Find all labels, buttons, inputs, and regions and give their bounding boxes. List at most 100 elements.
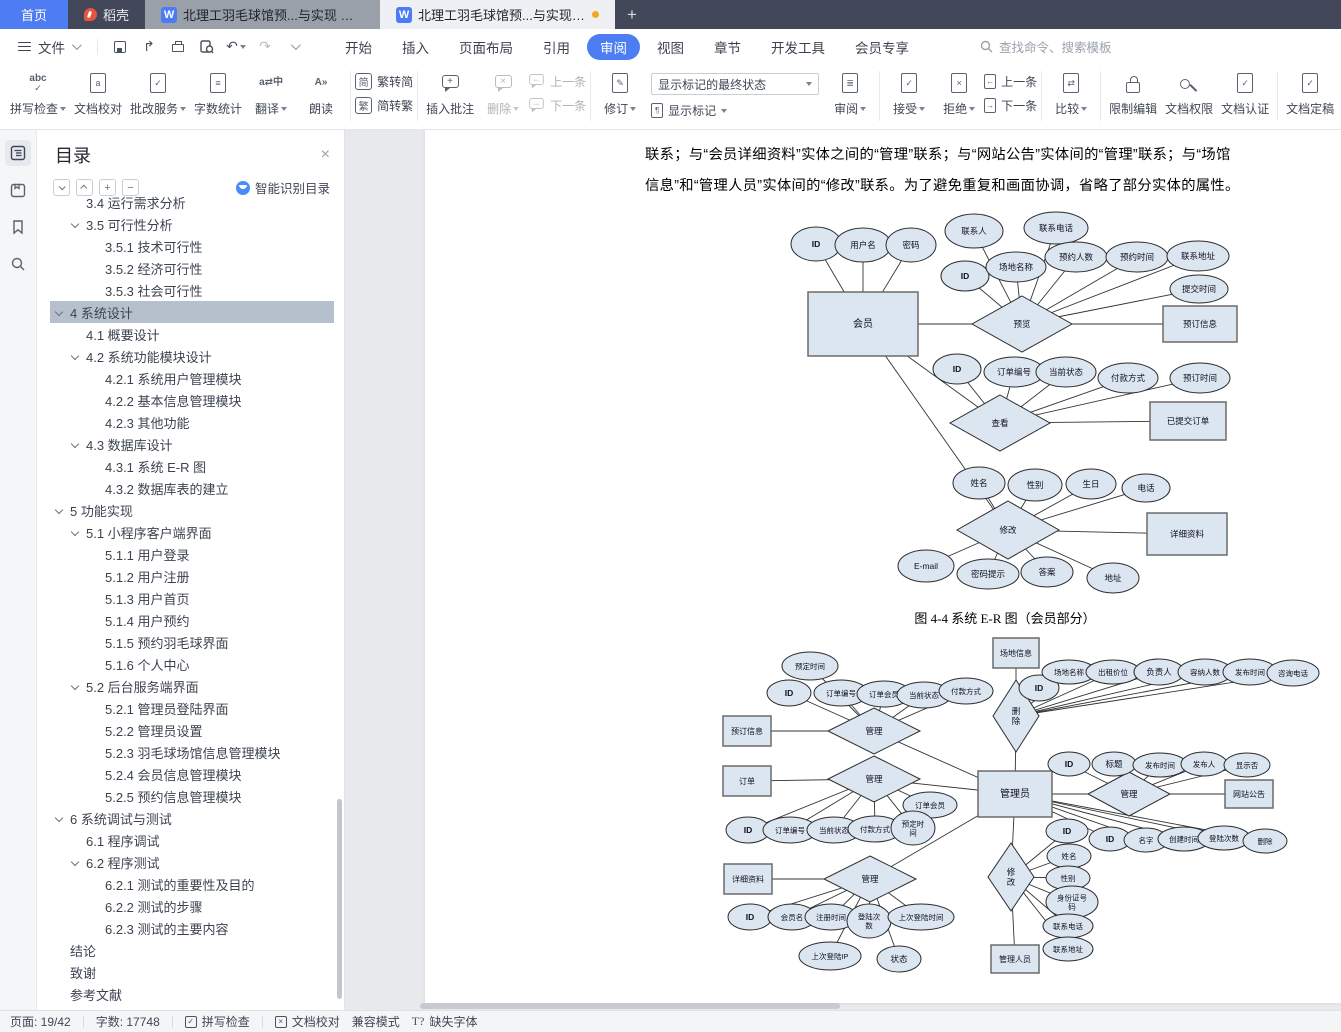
toc-item[interactable]: 4.3.2 数据库表的建立 — [50, 477, 334, 499]
doc-permission-button[interactable]: 文档权限 — [1161, 64, 1217, 117]
save-button[interactable] — [112, 39, 128, 55]
output-button[interactable]: ↱ — [141, 38, 157, 55]
new-tab-button[interactable]: + — [615, 0, 649, 29]
toc-item[interactable]: 5.1.4 用户预约 — [50, 609, 334, 631]
toc-item[interactable]: 5.2.2 管理员设置 — [50, 719, 334, 741]
toc-item[interactable]: 6.2 程序测试 — [50, 851, 334, 873]
translate-button[interactable]: a⇄中 翻译 — [246, 64, 296, 117]
toc-item[interactable]: 3.5.2 经济可行性 — [50, 257, 334, 279]
toc-item[interactable]: 5 功能实现 — [50, 499, 334, 521]
command-search[interactable]: 查找命令、搜索模板 — [980, 37, 1112, 56]
tab-document-proposal[interactable]: W 北理工羽毛球馆预...与实现 开题报告 — [145, 0, 381, 29]
toc-item[interactable]: 5.2.3 羽毛球场馆信息管理模块 — [50, 741, 334, 763]
toc-item[interactable]: 5.2.4 会员信息管理模块 — [50, 763, 334, 785]
toc-item[interactable]: 3.5 可行性分析 — [50, 213, 334, 235]
doc-proof-status[interactable]: × 文档校对 — [274, 1013, 340, 1030]
undo-button[interactable]: ↶ — [226, 38, 246, 55]
toc-item[interactable]: 4.3 数据库设计 — [50, 433, 334, 455]
chevron-down-icon[interactable] — [56, 507, 70, 513]
insert-comment-button[interactable]: + 插入批注 — [422, 64, 478, 117]
chevron-down-icon[interactable] — [72, 441, 86, 447]
document-page[interactable]: 联系；与“会员详细资料”实体之间的“管理”联系；与“网站公告”实体间的“管理”联… — [425, 130, 1341, 1003]
chevron-down-icon[interactable] — [72, 859, 86, 865]
word-count-button[interactable]: ≡ 字数统计 — [190, 64, 246, 117]
menu-tab-references[interactable]: 引用 — [530, 34, 583, 60]
tab-docer[interactable]: 稻壳 — [68, 0, 145, 29]
menu-tab-insert[interactable]: 插入 — [389, 34, 442, 60]
markup-state-dropdown[interactable]: 显示标记的最终状态 — [651, 73, 820, 95]
toc-item[interactable]: 5.1 小程序客户端界面 — [50, 521, 334, 543]
menu-tab-home[interactable]: 开始 — [332, 34, 385, 60]
bookmark-pane-button[interactable] — [5, 214, 31, 240]
toc-item[interactable]: 3.5.3 社会可行性 — [50, 279, 334, 301]
toc-item[interactable]: 6.2.3 测试的主要内容 — [50, 917, 334, 939]
prev-change-button[interactable]: ← 上一条 — [984, 73, 1037, 90]
toc-item[interactable]: 4.2.1 系统用户管理模块 — [50, 367, 334, 389]
toc-item[interactable]: 3.4 运行需求分析 — [50, 191, 334, 213]
chevron-down-icon[interactable] — [56, 815, 70, 821]
compare-button[interactable]: ⇄ 比较 — [1046, 64, 1096, 117]
simp-to-trad-button[interactable]: 繁简转繁 — [355, 97, 413, 114]
toc-item[interactable]: 5.2.1 管理员登陆界面 — [50, 697, 334, 719]
word-count-indicator[interactable]: 字数: 17748 — [96, 1013, 160, 1030]
prev-comment-button[interactable]: ← 上一条 — [528, 73, 586, 90]
restrict-editing-button[interactable]: 限制编辑 — [1105, 64, 1161, 117]
toc-item[interactable]: 4 系统设计 — [50, 301, 334, 323]
menu-tab-dev-tools[interactable]: 开发工具 — [758, 34, 838, 60]
grading-service-button[interactable]: ✓ 批改服务 — [126, 64, 190, 117]
chevron-down-icon[interactable] — [72, 221, 86, 227]
finalize-button[interactable]: ✓ 文档定稿 — [1282, 64, 1338, 117]
find-pane-button[interactable] — [5, 251, 31, 277]
chevron-down-icon[interactable] — [72, 529, 86, 535]
toc-item[interactable]: 5.1.3 用户首页 — [50, 587, 334, 609]
menu-tab-view[interactable]: 视图 — [644, 34, 697, 60]
page-indicator[interactable]: 页面: 19/42 — [10, 1013, 71, 1030]
print-preview-button[interactable] — [199, 39, 215, 55]
toc-item[interactable]: 6.1 程序调试 — [50, 829, 334, 851]
toc-item[interactable]: 5.1.6 个人中心 — [50, 653, 334, 675]
missing-font-status[interactable]: T? 缺失字体 — [412, 1013, 478, 1030]
toc-item[interactable]: 4.2 系统功能模块设计 — [50, 345, 334, 367]
navigation-pane-button[interactable] — [5, 177, 31, 203]
toc-item[interactable]: 4.3.1 系统 E-R 图 — [50, 455, 334, 477]
next-change-button[interactable]: → 下一条 — [984, 97, 1037, 114]
print-button[interactable] — [170, 39, 186, 55]
close-icon[interactable]: × — [321, 146, 330, 164]
toc-item[interactable]: 5.1.2 用户注册 — [50, 565, 334, 587]
tab-document-thesis[interactable]: W 北理工羽毛球馆预...与实现 毕业论文 — [380, 0, 616, 29]
toc-item[interactable]: 致谢 — [50, 961, 334, 983]
toc-item[interactable]: 5.2.5 预约信息管理模块 — [50, 785, 334, 807]
toc-item[interactable]: 4.2.2 基本信息管理模块 — [50, 389, 334, 411]
toc-scrollbar[interactable] — [337, 799, 342, 999]
next-comment-button[interactable]: → 下一条 — [528, 97, 586, 114]
toc-item[interactable]: 4.1 概要设计 — [50, 323, 334, 345]
chevron-down-icon[interactable] — [56, 309, 70, 315]
toc-item[interactable]: 5.1.5 预约羽毛球界面 — [50, 631, 334, 653]
track-changes-button[interactable]: ✎ 修订 — [595, 64, 645, 117]
toc-item[interactable]: 3.5.1 技术可行性 — [50, 235, 334, 257]
menu-tab-member[interactable]: 会员专享 — [842, 34, 922, 60]
menu-tab-review[interactable]: 审阅 — [587, 33, 640, 60]
doc-proof-button[interactable]: a 文档校对 — [70, 64, 126, 117]
show-markup-button[interactable]: ¶ 显示标记 — [651, 102, 819, 119]
menu-tab-page-layout[interactable]: 页面布局 — [446, 34, 526, 60]
doc-certify-button[interactable]: ✓ 文档认证 — [1217, 64, 1273, 117]
redo-button[interactable]: ↷ — [257, 38, 273, 55]
outline-pane-button[interactable] — [5, 140, 31, 166]
compat-mode-status[interactable]: 兼容模式 — [352, 1013, 400, 1030]
toc-item[interactable]: 结论 — [50, 939, 334, 961]
toc-item[interactable]: 6.2.2 测试的步骤 — [50, 895, 334, 917]
horizontal-scrollbar[interactable] — [420, 1003, 840, 1009]
trad-to-simp-button[interactable]: 简繁转简 — [355, 73, 413, 90]
spell-check-button[interactable]: abc ✓ 拼写检查 — [6, 64, 70, 117]
toc-item[interactable]: 6 系统调试与测试 — [50, 807, 334, 829]
spell-check-status[interactable]: ✓ 拼写检查 — [184, 1013, 250, 1030]
reject-button[interactable]: × 拒绝 — [934, 64, 984, 117]
toc-item[interactable]: 5.1.1 用户登录 — [50, 543, 334, 565]
review-button[interactable]: ≣ 审阅 — [825, 64, 875, 117]
toc-item[interactable]: 5.2 后台服务端界面 — [50, 675, 334, 697]
accept-button[interactable]: ✓ 接受 — [884, 64, 934, 117]
menu-tab-section[interactable]: 章节 — [701, 34, 754, 60]
read-aloud-button[interactable]: A» 朗读 — [296, 64, 346, 117]
tab-home[interactable]: 首页 — [0, 0, 68, 29]
